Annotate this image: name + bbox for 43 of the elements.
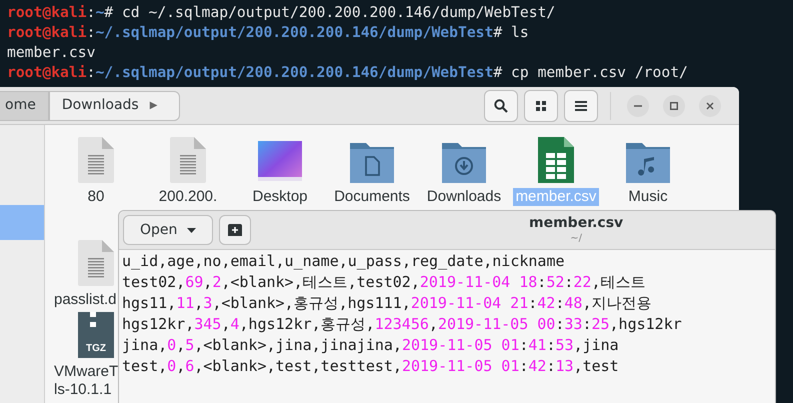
file-name[interactable]: VMwareT ls-10.1.1: [53, 363, 120, 399]
caret-icon: [187, 228, 196, 232]
archive-file-icon: TGZ: [78, 312, 114, 358]
csv-line: jina,0,5,<blank>,jina,jinajina,2019-11-05 01:41:53,jina: [122, 335, 619, 356]
path-button[interactable]: ome: [0, 90, 49, 120]
maximize-button[interactable]: [663, 94, 685, 116]
grid-view-button[interactable]: [524, 90, 558, 122]
file-name[interactable]: 80: [84, 188, 108, 206]
close-icon: [706, 102, 714, 110]
csv-line: test02,69,2,<blank>,테스트,test02,2019-11-04 18:52:22,테스트: [122, 272, 646, 293]
terminal-line: member.csv: [7, 43, 96, 63]
window-subtitle: ~/: [570, 232, 582, 246]
minimize-icon: [634, 104, 642, 106]
terminal-line: root@kali:~# cd ~/.sqlmap/output/200.200.200.146/dump/WebTest/: [7, 3, 556, 23]
file-name[interactable]: passlist.d: [53, 291, 118, 309]
spreadsheet-icon: [538, 137, 574, 183]
file-name[interactable]: 200.200.: [156, 188, 220, 206]
terminal-line: root@kali:~/.sqlmap/output/200.200.200.146/dump/WebTest# ls: [7, 23, 530, 43]
file-name[interactable]: Downloads: [424, 188, 504, 206]
search-button[interactable]: [484, 90, 518, 122]
text-file-icon: [170, 137, 206, 183]
search-icon: [494, 98, 508, 112]
maximize-icon: [670, 102, 678, 110]
desktop-folder-icon: [258, 139, 302, 183]
close-button[interactable]: [699, 94, 721, 116]
csv-line: test,0,6,<blank>,test,testtest,2019-11-05 01:42:13,test: [122, 356, 619, 377]
file-name[interactable]: Desktop: [249, 188, 311, 206]
open-button[interactable]: Open: [123, 215, 214, 245]
file-name[interactable]: Documents: [331, 188, 413, 206]
csv-line: hgs12kr,345,4,hgs12kr,홍규성,123456,2019-11-05 00:33:25,hgs12kr: [122, 314, 682, 335]
text-file-icon: [78, 137, 114, 183]
menu-button[interactable]: [564, 90, 598, 122]
menu-icon: [575, 100, 587, 110]
grid-icon: [536, 100, 546, 110]
file-name[interactable]: Music: [625, 188, 671, 206]
terminal-line: root@kali:~/.sqlmap/output/200.200.200.146/dump/WebTest# cp member.csv /root/: [7, 63, 689, 83]
path-arrow[interactable]: ▶: [150, 98, 158, 113]
csv-line: hgs11,11,3,<blank>,홍규성,hgs111,2019-11-04 21:42:48,지나전용: [122, 293, 652, 314]
new-document-button[interactable]: [219, 215, 252, 245]
csv-line: u_id,age,no,email,u_name,u_pass,reg_date,nickname: [122, 251, 565, 272]
text-file-icon: [78, 240, 114, 286]
new-document-icon: [228, 224, 242, 236]
window-title: member.csv: [529, 214, 624, 232]
